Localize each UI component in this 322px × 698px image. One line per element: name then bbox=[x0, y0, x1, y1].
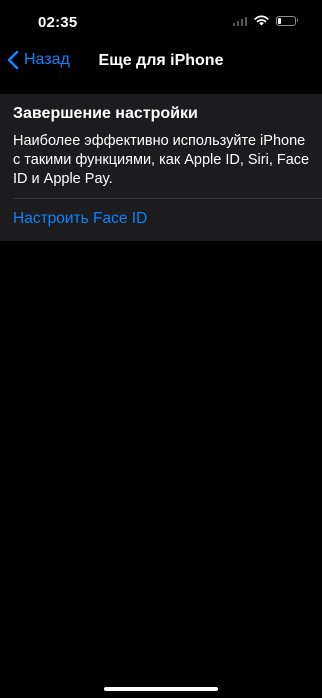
page-title: Еще для iPhone bbox=[98, 52, 224, 69]
setup-face-id-link[interactable]: Настроить Face ID bbox=[13, 210, 147, 228]
home-indicator[interactable] bbox=[104, 687, 218, 691]
finish-setup-card: Завершение настройки Наиболее эффективно… bbox=[0, 94, 322, 241]
status-time: 02:35 bbox=[38, 14, 78, 31]
card-divider bbox=[13, 198, 322, 199]
card-description: Наиболее эффективно используйте iPhone с… bbox=[13, 133, 310, 187]
navigation-bar: Назад Еще для iPhone bbox=[0, 44, 322, 80]
status-icons bbox=[232, 15, 298, 26]
wifi-icon bbox=[254, 15, 269, 26]
battery-cap bbox=[296, 19, 298, 22]
battery-fill bbox=[278, 17, 282, 24]
cellular-signal-icon bbox=[232, 16, 247, 26]
status-bar: 02:35 bbox=[0, 0, 322, 44]
card-title: Завершение настройки bbox=[13, 105, 198, 122]
battery-icon bbox=[276, 15, 298, 26]
